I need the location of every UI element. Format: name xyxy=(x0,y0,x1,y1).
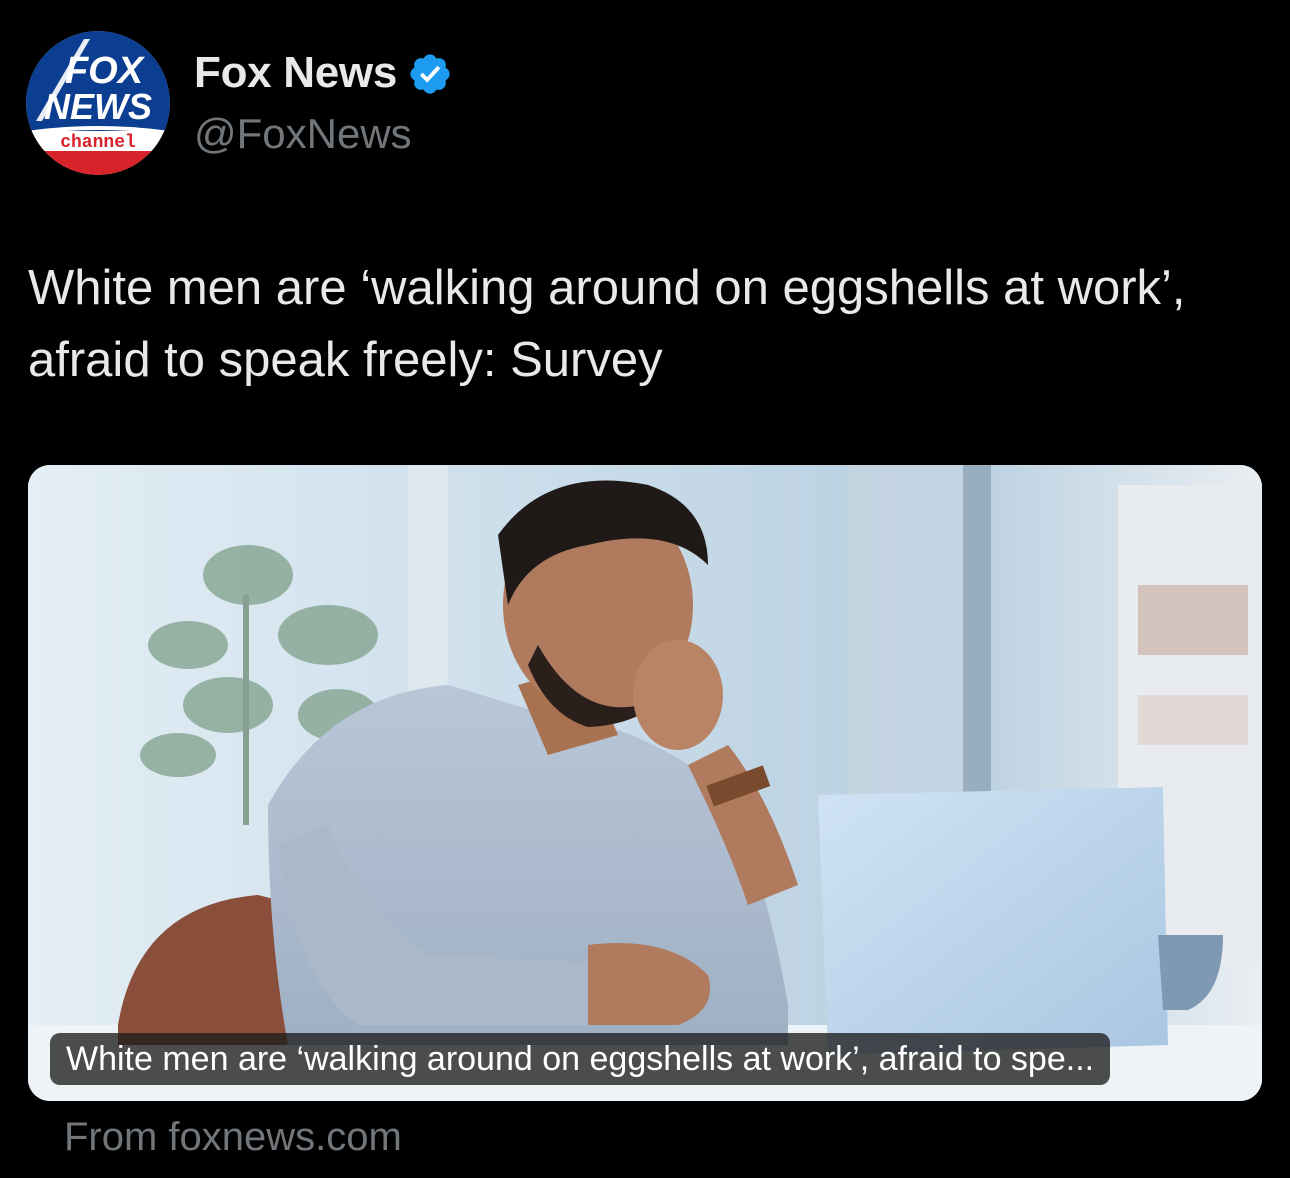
author-name[interactable]: Fox News xyxy=(194,48,397,98)
verified-badge-icon xyxy=(410,54,450,94)
news-logo-text: NEWS xyxy=(44,86,152,127)
fox-news-logo-icon: FOX NEWS channel xyxy=(26,31,170,175)
stressed-man-at-laptop-photo-icon xyxy=(28,465,1262,1101)
card-title-overlay: White men are ‘walking around on eggshel… xyxy=(50,1033,1111,1085)
channel-logo-text: channel xyxy=(60,133,136,153)
author-handle[interactable]: @FoxNews xyxy=(194,110,453,158)
avatar[interactable]: FOX NEWS channel xyxy=(26,31,170,175)
link-source[interactable]: From foxnews.com xyxy=(64,1115,402,1160)
link-card[interactable]: White men are ‘walking around on eggshel… xyxy=(28,465,1262,1101)
author-name-row: Fox News xyxy=(194,48,453,98)
author-info[interactable]: Fox News @FoxNews xyxy=(194,48,453,158)
tweet-text: White men are ‘walking around on eggshel… xyxy=(28,261,1186,387)
